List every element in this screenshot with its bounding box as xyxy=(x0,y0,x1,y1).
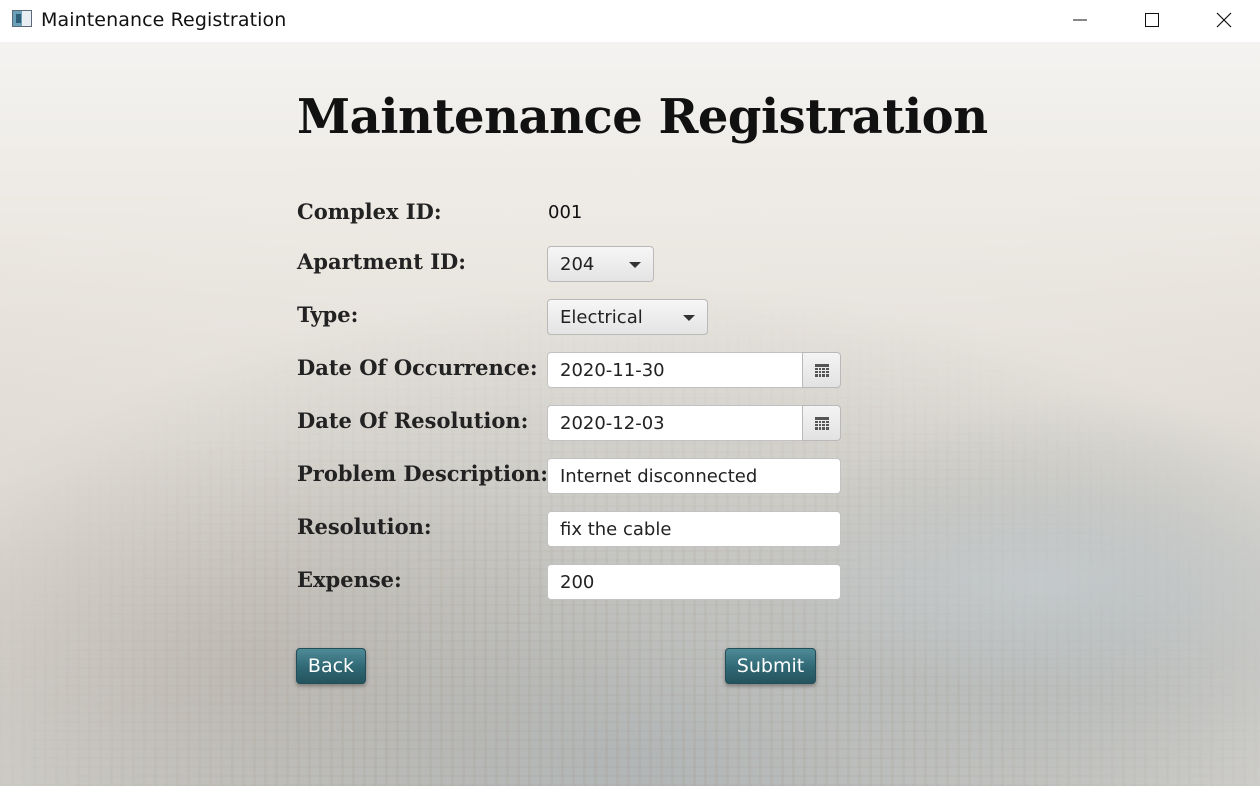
expense-label: Expense: xyxy=(297,567,402,592)
minimize-icon xyxy=(1073,19,1087,21)
app-icon xyxy=(12,10,32,27)
date-of-resolution-picker xyxy=(547,405,841,441)
date-of-occurrence-label: Date Of Occurrence: xyxy=(297,355,538,380)
complex-id-value: 001 xyxy=(548,202,583,223)
back-button[interactable]: Back xyxy=(296,648,366,684)
problem-description-label: Problem Description: xyxy=(297,461,549,486)
apartment-id-selected: 204 xyxy=(560,253,595,275)
minimize-button[interactable] xyxy=(1044,0,1116,40)
close-icon xyxy=(1216,12,1232,28)
expense-input[interactable] xyxy=(547,564,841,600)
close-button[interactable] xyxy=(1188,0,1260,40)
submit-button[interactable]: Submit xyxy=(725,648,816,684)
date-of-resolution-calendar-button[interactable] xyxy=(802,405,841,441)
resolution-input[interactable] xyxy=(547,511,841,547)
type-label: Type: xyxy=(297,302,359,327)
date-of-resolution-label: Date Of Resolution: xyxy=(297,408,529,433)
chevron-down-icon xyxy=(683,315,695,321)
type-selected: Electrical xyxy=(560,306,643,328)
date-of-resolution-input[interactable] xyxy=(547,405,803,441)
title-bar: Maintenance Registration xyxy=(0,0,1260,42)
date-of-occurrence-picker xyxy=(547,352,841,388)
form-panel: Maintenance Registration Complex ID: 001… xyxy=(0,42,1260,786)
resolution-label: Resolution: xyxy=(297,514,432,539)
complex-id-label: Complex ID: xyxy=(297,199,442,224)
problem-description-input[interactable] xyxy=(547,458,841,494)
app-window: Maintenance Registration Maintenance Reg… xyxy=(0,0,1260,786)
maximize-icon xyxy=(1145,13,1159,27)
page-title: Maintenance Registration xyxy=(297,89,988,145)
calendar-icon xyxy=(814,363,829,377)
date-of-occurrence-input[interactable] xyxy=(547,352,803,388)
date-of-occurrence-calendar-button[interactable] xyxy=(802,352,841,388)
apartment-id-select[interactable]: 204 xyxy=(547,246,654,282)
apartment-id-label: Apartment ID: xyxy=(297,249,466,274)
type-select[interactable]: Electrical xyxy=(547,299,708,335)
window-title: Maintenance Registration xyxy=(41,9,287,31)
calendar-icon xyxy=(814,416,829,430)
maximize-button[interactable] xyxy=(1116,0,1188,40)
chevron-down-icon xyxy=(629,262,641,268)
